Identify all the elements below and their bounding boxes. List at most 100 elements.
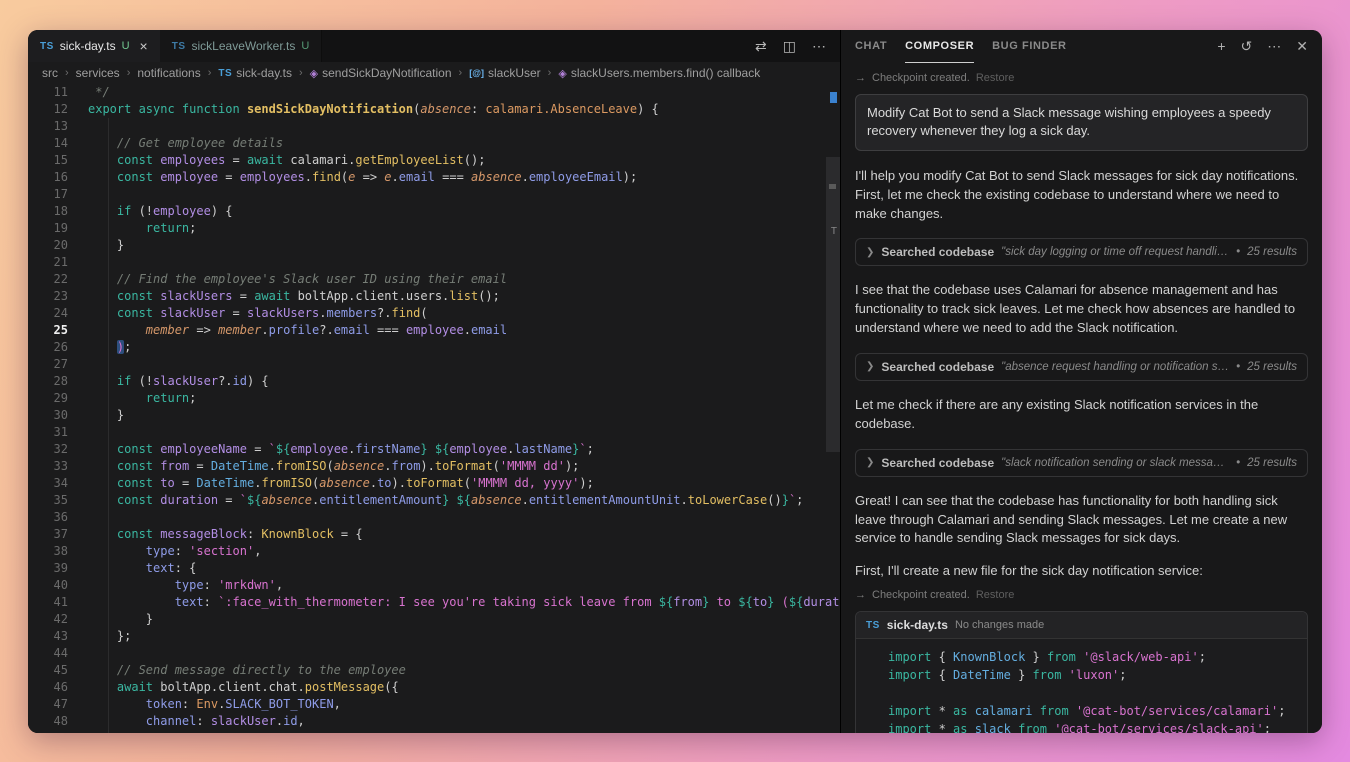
- code-line[interactable]: 43 };: [28, 628, 840, 645]
- breadcrumb-function[interactable]: ◈ sendSickDayNotification: [310, 66, 452, 80]
- line-number: 18: [28, 203, 68, 220]
- dot-icon: •: [1236, 457, 1240, 469]
- tab-sickleaveworker[interactable]: TS sickLeaveWorker.ts U: [160, 30, 323, 62]
- line-number: 40: [28, 577, 68, 594]
- code-line[interactable]: 30 }: [28, 407, 840, 424]
- code-line[interactable]: 35 const duration = `${absence.entitleme…: [28, 492, 840, 509]
- code-line[interactable]: 42 }: [28, 611, 840, 628]
- open-changes-icon[interactable]: ⇄: [755, 38, 767, 55]
- split-editor-icon[interactable]: ◫: [783, 38, 796, 55]
- line-number: 28: [28, 373, 68, 390]
- code-line[interactable]: 38 type: 'section',: [28, 543, 840, 560]
- line-number: 47: [28, 696, 68, 713]
- code-line[interactable]: 23 const slackUsers = await boltApp.clie…: [28, 288, 840, 305]
- code-line[interactable]: 20 }: [28, 237, 840, 254]
- cursor-marker: T: [831, 226, 837, 237]
- code-line[interactable]: 47 token: Env.SLACK_BOT_TOKEN,: [28, 696, 840, 713]
- code-line[interactable]: 22 // Find the employee's Slack user ID …: [28, 271, 840, 288]
- tab-bug-finder[interactable]: BUG FINDER: [992, 30, 1066, 63]
- searched-codebase-row[interactable]: ❯ Searched codebase "sick day logging or…: [855, 238, 1308, 266]
- code-card-status: No changes made: [955, 619, 1044, 631]
- code-line[interactable]: 27: [28, 356, 840, 373]
- tab-composer[interactable]: COMPOSER: [905, 30, 974, 63]
- scrollbar-thumb[interactable]: [826, 157, 840, 452]
- code-line[interactable]: 39 text: {: [28, 560, 840, 577]
- user-message[interactable]: Modify Cat Bot to send a Slack message w…: [855, 94, 1308, 151]
- code-line: import * as calamari from '@cat-bot/serv…: [868, 702, 1295, 720]
- line-number: 37: [28, 526, 68, 543]
- symbol-variable-icon: [@]: [469, 68, 484, 78]
- searched-codebase-row[interactable]: ❯ Searched codebase "slack notification …: [855, 449, 1308, 477]
- chevron-right-icon: ›: [65, 67, 69, 79]
- code-editor[interactable]: 11 */12export async function sendSickDay…: [28, 84, 840, 733]
- code-line[interactable]: 37 const messageBlock: KnownBlock = {: [28, 526, 840, 543]
- checkpoint-row: → Checkpoint created. Restore: [855, 589, 1308, 601]
- code-line[interactable]: 34 const to = DateTime.fromISO(absence.t…: [28, 475, 840, 492]
- code-line[interactable]: 19 return;: [28, 220, 840, 237]
- code-line[interactable]: 28 if (!slackUser?.id) {: [28, 373, 840, 390]
- more-actions-icon[interactable]: ⋯: [1267, 38, 1281, 55]
- code-line[interactable]: 15 const employees = await calamari.getE…: [28, 152, 840, 169]
- history-icon[interactable]: ↺: [1241, 38, 1253, 55]
- code-line[interactable]: 11 */: [28, 84, 840, 101]
- app-window: TS sick-day.ts U × TS sickLeaveWorker.ts…: [28, 30, 1322, 733]
- code-line[interactable]: 16 const employee = employees.find(e => …: [28, 169, 840, 186]
- assistant-message: First, I'll create a new file for the si…: [855, 562, 1308, 581]
- new-chat-icon[interactable]: +: [1217, 38, 1225, 54]
- line-number: 43: [28, 628, 68, 645]
- arrow-icon: →: [855, 589, 866, 601]
- typescript-icon: TS: [866, 620, 880, 631]
- line-number: 29: [28, 390, 68, 407]
- code-line[interactable]: 33 const from = DateTime.fromISO(absence…: [28, 458, 840, 475]
- editor-more-actions-icon[interactable]: ⋯: [812, 38, 826, 55]
- code-line[interactable]: 26 );: [28, 339, 840, 356]
- close-panel-icon[interactable]: ✕: [1296, 38, 1308, 55]
- code-line[interactable]: 40 type: 'mrkdwn',: [28, 577, 840, 594]
- code-line[interactable]: 48 channel: slackUser.id,: [28, 713, 840, 730]
- restore-link[interactable]: Restore: [976, 589, 1015, 601]
- close-tab-icon[interactable]: ×: [140, 38, 148, 54]
- breadcrumb-file[interactable]: TS sick-day.ts: [218, 66, 292, 80]
- breadcrumb-notifications[interactable]: notifications: [137, 66, 200, 80]
- chevron-right-icon: ›: [127, 67, 131, 79]
- indent-guide: [108, 118, 109, 733]
- breadcrumb-src[interactable]: src: [42, 66, 58, 80]
- code-line[interactable]: 14 // Get employee details: [28, 135, 840, 152]
- line-number: 14: [28, 135, 68, 152]
- checkpoint-label: Checkpoint created.: [872, 72, 970, 84]
- line-number: 20: [28, 237, 68, 254]
- overview-ruler[interactable]: T: [826, 84, 840, 733]
- code-line[interactable]: 24 const slackUser = slackUsers.members?…: [28, 305, 840, 322]
- searched-codebase-row[interactable]: ❯ Searched codebase "absence request han…: [855, 353, 1308, 381]
- chevron-right-icon: ›: [299, 67, 303, 79]
- tab-bar-spacer: [322, 30, 741, 62]
- code-line[interactable]: 25 member => member.profile?.email === e…: [28, 322, 840, 339]
- breadcrumb-services[interactable]: services: [76, 66, 120, 80]
- code-line[interactable]: 31: [28, 424, 840, 441]
- code-line[interactable]: 17: [28, 186, 840, 203]
- tab-sick-day[interactable]: TS sick-day.ts U ×: [28, 30, 160, 62]
- code-line[interactable]: 36: [28, 509, 840, 526]
- assistant-message: I see that the codebase uses Calamari fo…: [855, 281, 1308, 338]
- restore-link[interactable]: Restore: [976, 72, 1015, 84]
- breadcrumb-variable[interactable]: [@] slackUser: [469, 66, 540, 80]
- ruler-marker: [829, 184, 836, 189]
- tab-chat[interactable]: CHAT: [855, 30, 887, 63]
- code-line[interactable]: 44: [28, 645, 840, 662]
- code-line[interactable]: 45 // Send message directly to the emplo…: [28, 662, 840, 679]
- code-line[interactable]: 21: [28, 254, 840, 271]
- breadcrumb-callback[interactable]: ◈ slackUsers.members.find() callback: [558, 66, 760, 80]
- code-card-header[interactable]: TS sick-day.ts No changes made: [856, 612, 1307, 639]
- line-number: 27: [28, 356, 68, 373]
- code-line[interactable]: 32 const employeeName = `${employee.firs…: [28, 441, 840, 458]
- line-number: 35: [28, 492, 68, 509]
- typescript-icon: TS: [40, 41, 54, 52]
- typescript-icon: TS: [172, 41, 186, 52]
- code-line[interactable]: 41 text: `:face_with_thermometer: I see …: [28, 594, 840, 611]
- modified-marker: [830, 92, 837, 103]
- code-line[interactable]: 46 await boltApp.client.chat.postMessage…: [28, 679, 840, 696]
- code-line[interactable]: 29 return;: [28, 390, 840, 407]
- code-line[interactable]: 18 if (!employee) {: [28, 203, 840, 220]
- code-line[interactable]: 12export async function sendSickDayNotif…: [28, 101, 840, 118]
- code-line[interactable]: 13: [28, 118, 840, 135]
